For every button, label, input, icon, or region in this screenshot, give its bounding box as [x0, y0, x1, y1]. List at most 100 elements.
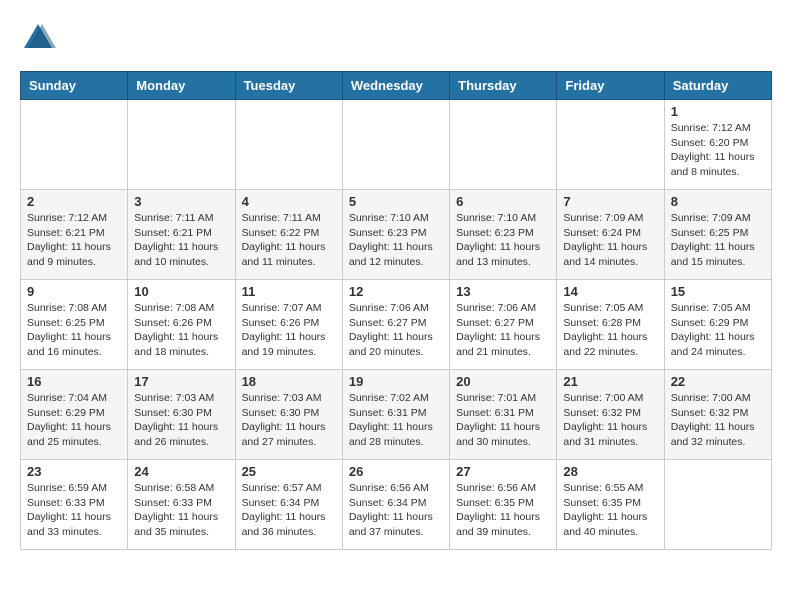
day-info: Sunrise: 6:56 AM Sunset: 6:35 PM Dayligh…: [456, 481, 550, 540]
calendar-week-1: 2 Sunrise: 7:12 AM Sunset: 6:21 PM Daylig…: [21, 190, 772, 280]
day-info: Sunrise: 7:05 AM Sunset: 6:28 PM Dayligh…: [563, 301, 657, 360]
calendar-table: SundayMondayTuesdayWednesdayThursdayFrid…: [20, 71, 772, 550]
calendar-cell: 26 Sunrise: 6:56 AM Sunset: 6:34 PM Dayli…: [342, 460, 449, 550]
calendar-cell: 14 Sunrise: 7:05 AM Sunset: 6:28 PM Dayli…: [557, 280, 664, 370]
day-number: 18: [242, 374, 336, 389]
calendar-cell: [450, 100, 557, 190]
calendar-cell: 25 Sunrise: 6:57 AM Sunset: 6:34 PM Dayli…: [235, 460, 342, 550]
calendar-cell: 11 Sunrise: 7:07 AM Sunset: 6:26 PM Dayli…: [235, 280, 342, 370]
calendar-cell: [557, 100, 664, 190]
day-number: 13: [456, 284, 550, 299]
calendar-cell: 16 Sunrise: 7:04 AM Sunset: 6:29 PM Dayli…: [21, 370, 128, 460]
calendar-cell: [664, 460, 771, 550]
day-info: Sunrise: 6:58 AM Sunset: 6:33 PM Dayligh…: [134, 481, 228, 540]
day-number: 22: [671, 374, 765, 389]
day-info: Sunrise: 6:56 AM Sunset: 6:34 PM Dayligh…: [349, 481, 443, 540]
calendar-cell: 7 Sunrise: 7:09 AM Sunset: 6:24 PM Daylig…: [557, 190, 664, 280]
day-number: 25: [242, 464, 336, 479]
day-info: Sunrise: 7:10 AM Sunset: 6:23 PM Dayligh…: [349, 211, 443, 270]
day-number: 14: [563, 284, 657, 299]
day-info: Sunrise: 7:06 AM Sunset: 6:27 PM Dayligh…: [456, 301, 550, 360]
calendar-cell: 18 Sunrise: 7:03 AM Sunset: 6:30 PM Dayli…: [235, 370, 342, 460]
calendar-header-row: SundayMondayTuesdayWednesdayThursdayFrid…: [21, 72, 772, 100]
day-info: Sunrise: 7:00 AM Sunset: 6:32 PM Dayligh…: [671, 391, 765, 450]
calendar-week-3: 16 Sunrise: 7:04 AM Sunset: 6:29 PM Dayli…: [21, 370, 772, 460]
day-info: Sunrise: 7:09 AM Sunset: 6:24 PM Dayligh…: [563, 211, 657, 270]
day-number: 19: [349, 374, 443, 389]
day-info: Sunrise: 6:59 AM Sunset: 6:33 PM Dayligh…: [27, 481, 121, 540]
calendar-cell: [342, 100, 449, 190]
day-number: 17: [134, 374, 228, 389]
calendar-cell: 6 Sunrise: 7:10 AM Sunset: 6:23 PM Daylig…: [450, 190, 557, 280]
day-info: Sunrise: 7:08 AM Sunset: 6:26 PM Dayligh…: [134, 301, 228, 360]
calendar-week-2: 9 Sunrise: 7:08 AM Sunset: 6:25 PM Daylig…: [21, 280, 772, 370]
day-info: Sunrise: 7:05 AM Sunset: 6:29 PM Dayligh…: [671, 301, 765, 360]
day-number: 24: [134, 464, 228, 479]
calendar-cell: 27 Sunrise: 6:56 AM Sunset: 6:35 PM Dayli…: [450, 460, 557, 550]
day-number: 12: [349, 284, 443, 299]
day-number: 16: [27, 374, 121, 389]
day-info: Sunrise: 7:09 AM Sunset: 6:25 PM Dayligh…: [671, 211, 765, 270]
calendar-cell: 5 Sunrise: 7:10 AM Sunset: 6:23 PM Daylig…: [342, 190, 449, 280]
day-number: 26: [349, 464, 443, 479]
day-number: 20: [456, 374, 550, 389]
calendar-cell: 28Sunrise: 6:55 AM Sunset: 6:35 PM Dayli…: [557, 460, 664, 550]
day-info: Sunrise: 7:00 AM Sunset: 6:32 PM Dayligh…: [563, 391, 657, 450]
calendar-cell: 23Sunrise: 6:59 AM Sunset: 6:33 PM Dayli…: [21, 460, 128, 550]
page-header: [20, 20, 772, 61]
calendar-cell: 10 Sunrise: 7:08 AM Sunset: 6:26 PM Dayli…: [128, 280, 235, 370]
day-number: 4: [242, 194, 336, 209]
day-info: Sunrise: 7:01 AM Sunset: 6:31 PM Dayligh…: [456, 391, 550, 450]
calendar-cell: 12 Sunrise: 7:06 AM Sunset: 6:27 PM Dayli…: [342, 280, 449, 370]
calendar-cell: [128, 100, 235, 190]
day-number: 9: [27, 284, 121, 299]
calendar-cell: 9 Sunrise: 7:08 AM Sunset: 6:25 PM Daylig…: [21, 280, 128, 370]
day-header-saturday: Saturday: [664, 72, 771, 100]
calendar-cell: 22 Sunrise: 7:00 AM Sunset: 6:32 PM Dayli…: [664, 370, 771, 460]
calendar-cell: 13 Sunrise: 7:06 AM Sunset: 6:27 PM Dayli…: [450, 280, 557, 370]
day-info: Sunrise: 7:03 AM Sunset: 6:30 PM Dayligh…: [134, 391, 228, 450]
calendar-cell: 4 Sunrise: 7:11 AM Sunset: 6:22 PM Daylig…: [235, 190, 342, 280]
day-header-thursday: Thursday: [450, 72, 557, 100]
logo: [20, 20, 60, 61]
calendar-cell: 24 Sunrise: 6:58 AM Sunset: 6:33 PM Dayli…: [128, 460, 235, 550]
day-info: Sunrise: 7:03 AM Sunset: 6:30 PM Dayligh…: [242, 391, 336, 450]
calendar-cell: 15 Sunrise: 7:05 AM Sunset: 6:29 PM Dayli…: [664, 280, 771, 370]
day-info: Sunrise: 7:11 AM Sunset: 6:22 PM Dayligh…: [242, 211, 336, 270]
day-number: 15: [671, 284, 765, 299]
calendar-cell: [235, 100, 342, 190]
day-number: 27: [456, 464, 550, 479]
day-info: Sunrise: 6:57 AM Sunset: 6:34 PM Dayligh…: [242, 481, 336, 540]
day-info: Sunrise: 7:12 AM Sunset: 6:21 PM Dayligh…: [27, 211, 121, 270]
day-info: Sunrise: 7:04 AM Sunset: 6:29 PM Dayligh…: [27, 391, 121, 450]
day-info: Sunrise: 7:10 AM Sunset: 6:23 PM Dayligh…: [456, 211, 550, 270]
calendar-week-0: 1 Sunrise: 7:12 AM Sunset: 6:20 PM Daylig…: [21, 100, 772, 190]
day-number: 28: [563, 464, 657, 479]
day-info: Sunrise: 7:11 AM Sunset: 6:21 PM Dayligh…: [134, 211, 228, 270]
day-number: 7: [563, 194, 657, 209]
calendar-week-4: 23Sunrise: 6:59 AM Sunset: 6:33 PM Dayli…: [21, 460, 772, 550]
logo-icon: [20, 20, 56, 56]
day-number: 11: [242, 284, 336, 299]
day-info: Sunrise: 7:06 AM Sunset: 6:27 PM Dayligh…: [349, 301, 443, 360]
calendar-cell: [21, 100, 128, 190]
day-number: 5: [349, 194, 443, 209]
calendar-cell: 20 Sunrise: 7:01 AM Sunset: 6:31 PM Dayli…: [450, 370, 557, 460]
calendar-cell: 8Sunrise: 7:09 AM Sunset: 6:25 PM Daylig…: [664, 190, 771, 280]
day-info: Sunrise: 7:12 AM Sunset: 6:20 PM Dayligh…: [671, 121, 765, 180]
day-info: Sunrise: 7:02 AM Sunset: 6:31 PM Dayligh…: [349, 391, 443, 450]
day-info: Sunrise: 7:08 AM Sunset: 6:25 PM Dayligh…: [27, 301, 121, 360]
day-header-wednesday: Wednesday: [342, 72, 449, 100]
calendar-cell: 3Sunrise: 7:11 AM Sunset: 6:21 PM Daylig…: [128, 190, 235, 280]
day-number: 10: [134, 284, 228, 299]
day-number: 6: [456, 194, 550, 209]
day-header-monday: Monday: [128, 72, 235, 100]
calendar-cell: 19 Sunrise: 7:02 AM Sunset: 6:31 PM Dayli…: [342, 370, 449, 460]
day-number: 21: [563, 374, 657, 389]
day-header-sunday: Sunday: [21, 72, 128, 100]
day-number: 1: [671, 104, 765, 119]
day-header-friday: Friday: [557, 72, 664, 100]
day-header-tuesday: Tuesday: [235, 72, 342, 100]
day-number: 2: [27, 194, 121, 209]
day-info: Sunrise: 7:07 AM Sunset: 6:26 PM Dayligh…: [242, 301, 336, 360]
